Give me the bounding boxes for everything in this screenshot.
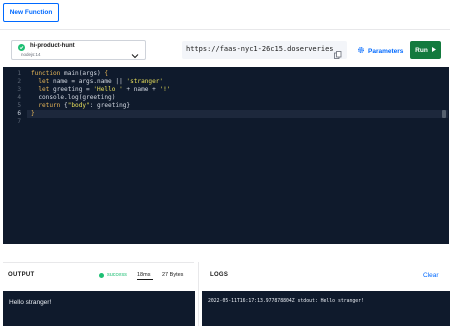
duration-underline [137,279,153,280]
line-number: 2 [17,78,21,85]
size-text: 27 Bytes [162,272,184,278]
code-line: let name = args.name || 'stranger' [38,78,164,85]
line-number: 4 [17,94,21,101]
function-url-field[interactable]: https://faas-nyc1-26c15.doserveries [182,41,347,59]
top-divider [0,29,450,30]
clear-logs-button[interactable]: Clear [423,272,439,279]
output-panel: Hello stranger! [3,291,195,326]
duration-text: 18ms [137,272,151,278]
code-line: console.log(greeting) [31,94,116,101]
log-line: 2022-05-11T16:17:13.977878804Z stdout: H… [208,299,364,304]
function-runtime: nodejs:14 [21,52,41,57]
new-function-button[interactable]: New Function [3,3,59,22]
output-text: Hello stranger! [9,299,52,306]
logs-title: LOGS [210,272,229,278]
line-number: 1 [17,70,21,77]
success-status-icon [99,273,104,278]
check-icon [18,44,25,51]
chevron-down-icon [131,46,139,64]
copy-icon[interactable] [334,46,342,64]
play-icon [431,46,436,54]
code-line: function main(args) { [31,70,109,77]
output-title: OUTPUT [8,272,35,278]
panel-divider [198,262,199,326]
line-number: 6 [17,110,21,117]
line-number: 7 [17,118,21,125]
function-select[interactable]: hi-product-hunt nodejs:14 [11,40,146,60]
line-number: 3 [17,86,21,93]
code-line: return {"body": greeting} [38,102,131,109]
run-button[interactable]: Run [410,41,441,59]
code-content: function main(args) { let name = args.na… [31,70,170,126]
status-text: success [107,272,127,278]
line-number-gutter: 1 2 3 4 5 6 7 [3,70,23,126]
parameters-button[interactable]: Parameters [357,46,403,56]
function-url: https://faas-nyc1-26c15.doserveries [186,45,334,53]
parameters-label: Parameters [368,47,404,55]
editor-scrollbar[interactable] [442,110,446,118]
gear-icon [357,46,365,56]
code-editor[interactable]: 1 2 3 4 5 6 7 function main(args) { let … [3,67,449,244]
code-line: let greeting = 'Hello ' + name + '!' [38,86,171,93]
logs-panel: 2022-05-11T16:17:13.977878804Z stdout: H… [202,291,450,326]
line-number: 5 [17,102,21,109]
function-name: hi-product-hunt [30,43,75,49]
run-label: Run [415,46,428,54]
code-line: } [31,110,35,117]
